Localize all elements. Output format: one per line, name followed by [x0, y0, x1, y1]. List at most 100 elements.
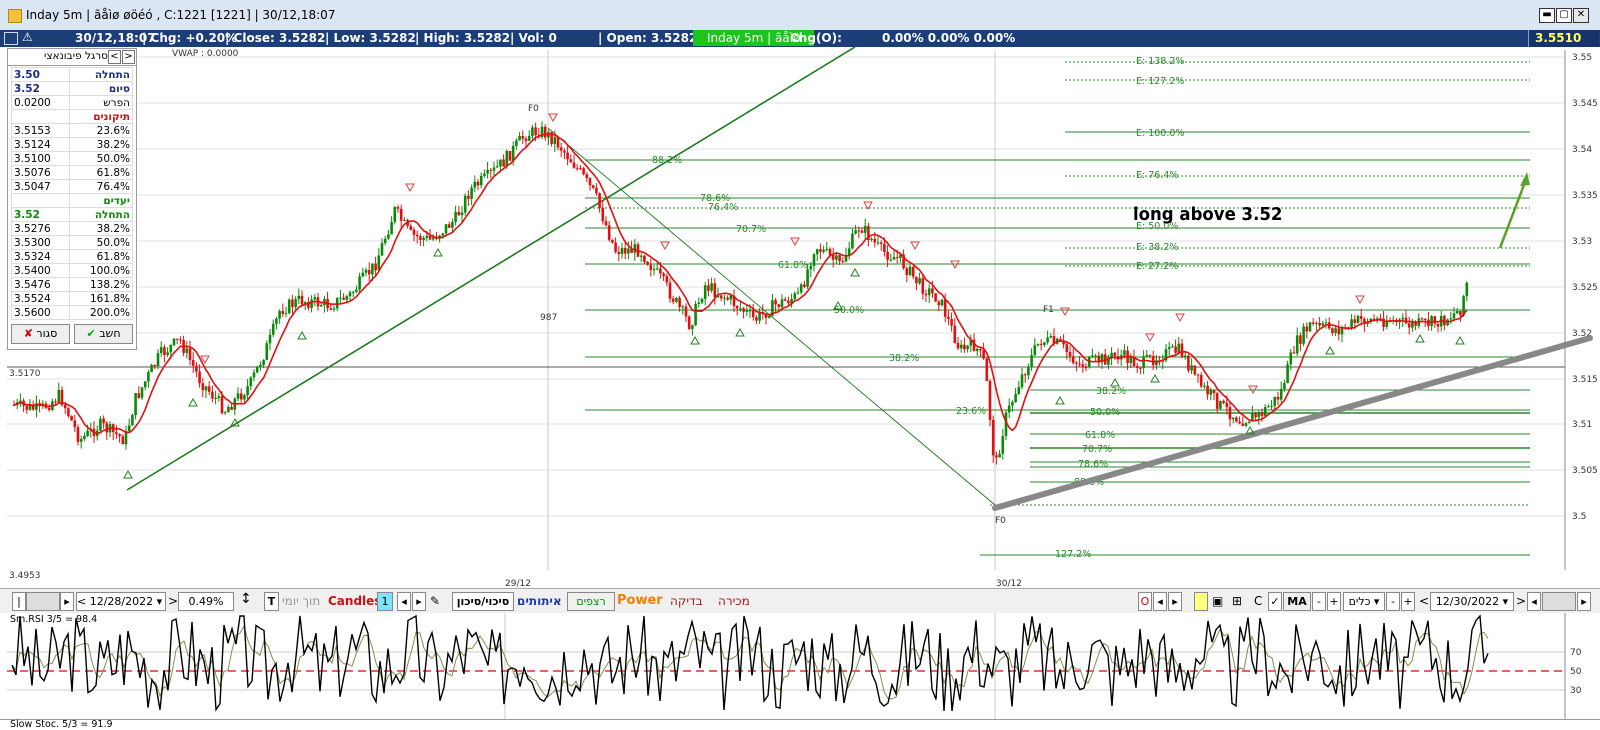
o-next-button[interactable]: ▸ [1168, 592, 1182, 611]
highlight-button[interactable] [1194, 592, 1208, 611]
candles-inc-button[interactable]: ▸ [412, 592, 426, 611]
candle-body [607, 225, 611, 240]
candles-dec-button[interactable]: ◂ [397, 592, 411, 611]
pct-field[interactable]: 0.49% [178, 592, 234, 611]
fib-close-button[interactable]: ✘ סגור [11, 324, 70, 344]
fib-next-button[interactable]: > [122, 50, 135, 64]
close-button[interactable]: ✕ [1573, 8, 1589, 23]
candle-body [806, 269, 809, 287]
fib-prev-button[interactable]: < [108, 50, 121, 64]
eraser-icon[interactable]: ✎ [430, 593, 440, 609]
fib-row: 3.5600 200.0% [10, 305, 133, 320]
fib-row-label: 76.4% [69, 179, 133, 194]
ma-button[interactable]: MA [1283, 592, 1311, 611]
candle-body [486, 169, 489, 174]
signals-tab[interactable]: איתותים [517, 593, 562, 609]
fib-level-label: 50.0% [1090, 407, 1120, 418]
ma-minus-button[interactable]: - [1312, 592, 1326, 611]
date-left-next[interactable]: > [168, 593, 178, 609]
candle-body [499, 159, 502, 167]
candle-body [879, 242, 883, 244]
candle-body [617, 251, 621, 254]
o-button[interactable]: O [1138, 592, 1152, 611]
candle-body [1350, 319, 1353, 328]
scroll-track[interactable] [26, 592, 60, 611]
fib-row-value: 3.5524 [10, 291, 71, 306]
candle-body [473, 181, 477, 188]
candle-body [665, 276, 669, 283]
scroll-track-2[interactable] [1542, 592, 1576, 611]
candle-body [953, 325, 957, 343]
stochastic-panel[interactable]: Slow Stoc. 5/3 = 91.9 [0, 719, 1600, 730]
window-title: Inday 5m | ãåìø øöéó , C:1221 [1221] | 3… [26, 8, 336, 22]
price-chart[interactable]: 3.55 3.545 3.54 3.535 3.53 3.525 3.52 3.515 3.51… [0, 46, 1600, 589]
minimize-button[interactable]: ▬ [1539, 8, 1555, 23]
tools-minus-button[interactable]: - [1386, 592, 1400, 611]
warning-icon[interactable]: ⚠ [22, 30, 33, 44]
fib-level-label: 23.6% [956, 406, 986, 417]
candle-body [735, 306, 739, 309]
price-tick: 3.54 [1572, 145, 1592, 155]
toolbox-icon[interactable]: ⊞ [1232, 593, 1242, 609]
date-right-next[interactable]: > [1516, 593, 1526, 609]
scroll-start-button[interactable]: | [12, 592, 26, 611]
candles-count-input[interactable]: 1 [377, 592, 393, 611]
scroll-right-button[interactable]: ▸ [60, 592, 74, 611]
power-tab[interactable]: Power [617, 593, 663, 609]
app-icon [8, 9, 22, 23]
fib-level-label: E: 76.4% [1136, 170, 1178, 181]
fib-calc-button[interactable]: ✔ חשב [74, 324, 133, 344]
candle-body [1135, 365, 1139, 368]
date-right-prev[interactable]: < [1419, 593, 1429, 609]
candle-body [175, 338, 179, 340]
scroll-left-button-2[interactable]: ◂ [1527, 592, 1541, 611]
price-tick: 3.515 [1572, 375, 1598, 385]
candle-body [1091, 355, 1094, 357]
candle-body [1423, 319, 1427, 320]
fib-row: 3.5524 161.8% [10, 291, 133, 306]
maximize-button[interactable]: ▢ [1556, 8, 1572, 23]
fib-row: 0.0200 הפרש [10, 95, 133, 110]
tools-plus-button[interactable]: + [1401, 592, 1415, 611]
candle-body [262, 360, 265, 365]
candle-body [1199, 375, 1203, 387]
candle-body [1071, 356, 1075, 363]
price-tick: 3.535 [1572, 191, 1598, 201]
intraday-toggle[interactable]: תוך יומי [282, 593, 320, 609]
candle-body [889, 259, 893, 261]
rsi-panel[interactable]: Sm.RSI 3/5 = 98.4 70 50 30 [0, 613, 1600, 720]
window-icon[interactable]: ▣ [1212, 593, 1223, 609]
ma-checkbox[interactable]: ✓ [1268, 592, 1282, 611]
vertical-resize-icon[interactable]: ↕ [240, 591, 252, 607]
candle-body [1311, 322, 1315, 324]
check-icon: ✔ [86, 327, 96, 340]
candle-body [857, 230, 861, 232]
candle-body [1222, 400, 1225, 403]
rsi-70-label: 70 [1570, 648, 1582, 658]
candle-body [339, 297, 342, 299]
fib-level-label: E: 27.2% [1136, 261, 1178, 272]
check-tab[interactable]: בדיקה [670, 593, 703, 609]
candle-body [457, 212, 461, 216]
candle-body [1177, 343, 1181, 353]
candle-body [1007, 405, 1011, 413]
candle-body [943, 299, 947, 317]
candle-body [169, 344, 173, 353]
continuous-tab[interactable]: רצפים [567, 592, 615, 611]
date-right-select[interactable]: 12/30/2022 ▾ [1430, 592, 1514, 611]
sell-tab[interactable]: מכירה [718, 593, 750, 609]
candle-body [345, 296, 349, 300]
o-prev-button[interactable]: ◂ [1153, 592, 1167, 611]
candle-body [332, 308, 336, 310]
candle-body [1167, 347, 1171, 350]
risk-reward-button[interactable]: סיכוי/סיכון [452, 592, 514, 611]
scroll-right-button-2[interactable]: ▸ [1577, 592, 1591, 611]
c-button[interactable]: C [1254, 593, 1262, 609]
ma-plus-button[interactable]: + [1327, 592, 1341, 611]
tools-select[interactable]: כלים ▾ [1343, 592, 1385, 611]
text-tool-button[interactable]: T [264, 592, 279, 611]
monitor-icon[interactable] [4, 32, 18, 45]
date-left-select[interactable]: < 12/28/2022 ▾ [76, 592, 166, 611]
candle-body [703, 285, 707, 299]
candle-body [521, 136, 525, 139]
